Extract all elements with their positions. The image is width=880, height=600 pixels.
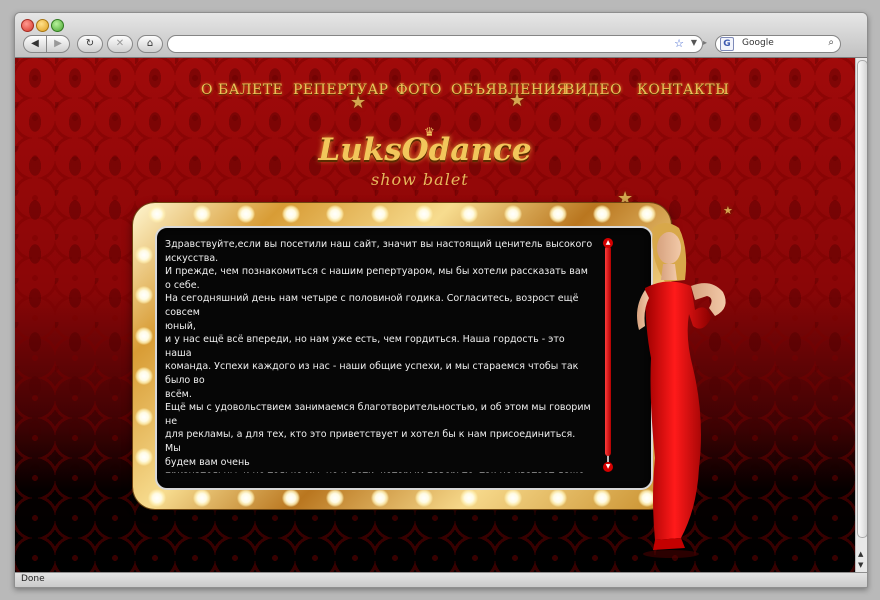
star-icon: ★ bbox=[509, 90, 526, 111]
light-bulb bbox=[192, 489, 211, 507]
forward-icon: ▶ bbox=[54, 38, 62, 49]
google-icon[interactable]: G bbox=[720, 37, 734, 51]
light-bulb bbox=[237, 205, 256, 223]
nav-link-video[interactable]: ВИДЕО bbox=[564, 82, 622, 98]
dancer-image bbox=[637, 223, 726, 558]
browser-window: ◀ ▶ ↻ ✕ ⌂ ☆ ▼ ▸ G Google ⌕ О БАЛЕТЕ РЕПЕ… bbox=[14, 12, 868, 588]
search-placeholder: Google bbox=[742, 38, 774, 48]
back-icon: ◀ bbox=[31, 38, 39, 49]
text-line: На сегодняшний день нам четыре с половин… bbox=[165, 293, 579, 318]
nav-link-about[interactable]: О БАЛЕТЕ bbox=[201, 82, 283, 98]
light-bulb bbox=[148, 205, 166, 223]
light-bulb bbox=[548, 489, 567, 507]
light-bulb bbox=[135, 326, 153, 345]
stop-icon: ✕ bbox=[115, 38, 125, 49]
page-icon[interactable]: ▸ bbox=[703, 38, 711, 48]
status-bar: Done bbox=[15, 572, 867, 587]
page-scrollbar[interactable]: ▲ ▼ bbox=[855, 58, 867, 572]
back-button[interactable]: ◀ bbox=[23, 35, 47, 53]
intro-text: Здравствуйте,если вы посетили наш сайт, … bbox=[165, 238, 593, 473]
site-tagline: show balet bbox=[371, 170, 469, 189]
text-line: юный, bbox=[165, 320, 196, 332]
home-button[interactable]: ⌂ bbox=[137, 35, 163, 53]
light-bulb bbox=[135, 245, 153, 264]
text-line: и у нас ещё всё впереди, но нам уже есть… bbox=[165, 334, 565, 359]
text-line: искусства. bbox=[165, 252, 219, 264]
light-bulb bbox=[135, 407, 153, 426]
search-field[interactable]: G Google ⌕ bbox=[715, 35, 841, 53]
scroll-down-arrow-icon[interactable]: ▼ bbox=[603, 462, 613, 472]
web-page: О БАЛЕТЕ РЕПЕРТУАР ФОТО ОБЪЯВЛЕНИЯ ВИДЕО… bbox=[15, 58, 855, 572]
stop-button[interactable]: ✕ bbox=[107, 35, 133, 53]
minimize-window-button[interactable] bbox=[36, 19, 49, 32]
text-line: команда. Успехи каждого из нас - наши об… bbox=[165, 361, 579, 386]
light-bulb bbox=[370, 205, 389, 223]
bookmark-star-icon[interactable]: ☆ bbox=[674, 37, 684, 50]
scroll-down-icon[interactable]: ▼ bbox=[858, 561, 863, 569]
address-bar[interactable]: ☆ ▼ bbox=[167, 35, 703, 53]
text-line: всём. bbox=[165, 388, 192, 400]
home-icon: ⌂ bbox=[146, 38, 154, 49]
nav-link-repertoire[interactable]: РЕПЕРТУАР bbox=[293, 82, 388, 98]
reload-icon: ↻ bbox=[85, 38, 95, 49]
browser-toolbar: ◀ ▶ ↻ ✕ ⌂ ☆ ▼ ▸ G Google ⌕ bbox=[15, 13, 867, 58]
status-text: Done bbox=[21, 574, 45, 584]
text-line: для рекламы, а для тех, кто это приветст… bbox=[165, 429, 576, 454]
text-scrollbar[interactable]: ▲ ▼ bbox=[603, 238, 613, 472]
light-bulb bbox=[370, 489, 389, 507]
light-bulb bbox=[148, 489, 166, 507]
text-line: будем вам очень bbox=[165, 456, 250, 468]
page-scroll-thumb[interactable] bbox=[857, 60, 867, 538]
light-bulb bbox=[237, 489, 256, 507]
search-icon[interactable]: ⌕ bbox=[828, 37, 834, 48]
star-icon: ★ bbox=[723, 204, 733, 217]
light-bulb bbox=[192, 205, 211, 223]
scroll-up-icon[interactable]: ▲ bbox=[858, 550, 863, 558]
nav-link-photo[interactable]: ФОТО bbox=[396, 82, 442, 98]
star-icon: ★ bbox=[350, 92, 367, 113]
text-line: Здравствуйте,если вы посетили наш сайт, … bbox=[165, 239, 593, 250]
crown-icon: ♛ bbox=[424, 125, 435, 139]
zoom-window-button[interactable] bbox=[51, 19, 64, 32]
light-bulb bbox=[281, 489, 300, 507]
text-line: И прежде, чем познакомиться с нашим репе… bbox=[165, 266, 588, 291]
nav-link-contacts[interactable]: КОНТАКТЫ bbox=[637, 82, 729, 98]
forward-button[interactable]: ▶ bbox=[46, 35, 70, 53]
text-line: Ещё мы с удовольствием занимаемся благот… bbox=[165, 402, 591, 427]
scroll-up-arrow-icon[interactable]: ▲ bbox=[603, 238, 613, 248]
chevron-down-icon[interactable]: ▼ bbox=[691, 38, 697, 47]
text-line: признательны, и не только мы, но и дети,… bbox=[165, 469, 593, 473]
light-bulb bbox=[459, 205, 478, 223]
close-window-button[interactable] bbox=[21, 19, 34, 32]
reload-button[interactable]: ↻ bbox=[77, 35, 103, 53]
scroll-thumb[interactable] bbox=[605, 246, 611, 456]
light-bulb bbox=[459, 489, 478, 507]
light-bulb bbox=[548, 205, 567, 223]
light-bulb bbox=[281, 205, 300, 223]
